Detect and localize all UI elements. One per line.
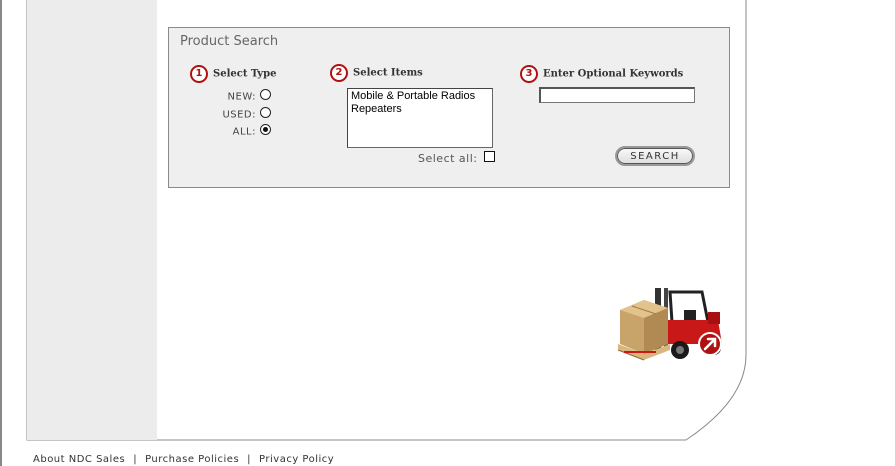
select-all-label: Select all: xyxy=(418,152,478,165)
step-label: Enter Optional Keywords xyxy=(543,68,684,80)
select-all-checkbox[interactable] xyxy=(483,150,495,162)
items-listbox[interactable]: Mobile & Portable Radios Repeaters xyxy=(347,88,493,148)
page-border xyxy=(0,0,2,466)
step-select-items: 2 Select Items xyxy=(330,64,423,82)
footer-separator: | xyxy=(133,454,138,465)
step-number-badge: 1 xyxy=(190,65,208,83)
footer-link-about[interactable]: About NDC Sales xyxy=(33,454,125,465)
footer-link-privacy-policy[interactable]: Privacy Policy xyxy=(259,454,334,465)
list-item[interactable]: Repeaters xyxy=(351,103,489,116)
radio-row-new: NEW: xyxy=(227,89,271,103)
select-all-row: Select all: xyxy=(418,150,495,165)
footer-links: About NDC Sales | Purchase Policies | Privac… xyxy=(33,454,334,465)
footer-link-purchase-policies[interactable]: Purchase Policies xyxy=(145,454,239,465)
type-radio-group: NEW: USED: ALL: xyxy=(199,89,271,143)
step-select-type: 1 Select Type xyxy=(190,65,276,83)
step-number-badge: 3 xyxy=(520,65,538,83)
radio-label: NEW: xyxy=(227,91,256,103)
arrow-badge-icon xyxy=(698,332,722,356)
radio-new[interactable] xyxy=(260,89,271,100)
radio-label: ALL: xyxy=(232,126,256,138)
forklift-icon[interactable] xyxy=(610,282,730,372)
footer-separator: | xyxy=(247,454,252,465)
search-button[interactable]: SEARCH xyxy=(615,146,695,166)
radio-row-all: ALL: xyxy=(232,124,271,138)
step-label: Select Type xyxy=(213,68,277,80)
radio-label: USED: xyxy=(222,109,256,121)
keywords-input[interactable] xyxy=(539,87,695,103)
product-search-panel: Product Search 1 Select Type 2 Select Item… xyxy=(168,27,730,188)
step-keywords: 3 Enter Optional Keywords xyxy=(520,65,683,83)
step-number-badge: 2 xyxy=(330,64,348,82)
left-sidebar xyxy=(27,0,157,440)
radio-all[interactable] xyxy=(260,124,271,135)
radio-row-used: USED: xyxy=(222,107,271,121)
list-item[interactable]: Mobile & Portable Radios xyxy=(351,90,489,103)
panel-title: Product Search xyxy=(180,34,279,49)
step-label: Select Items xyxy=(353,67,423,79)
radio-used[interactable] xyxy=(260,107,271,118)
